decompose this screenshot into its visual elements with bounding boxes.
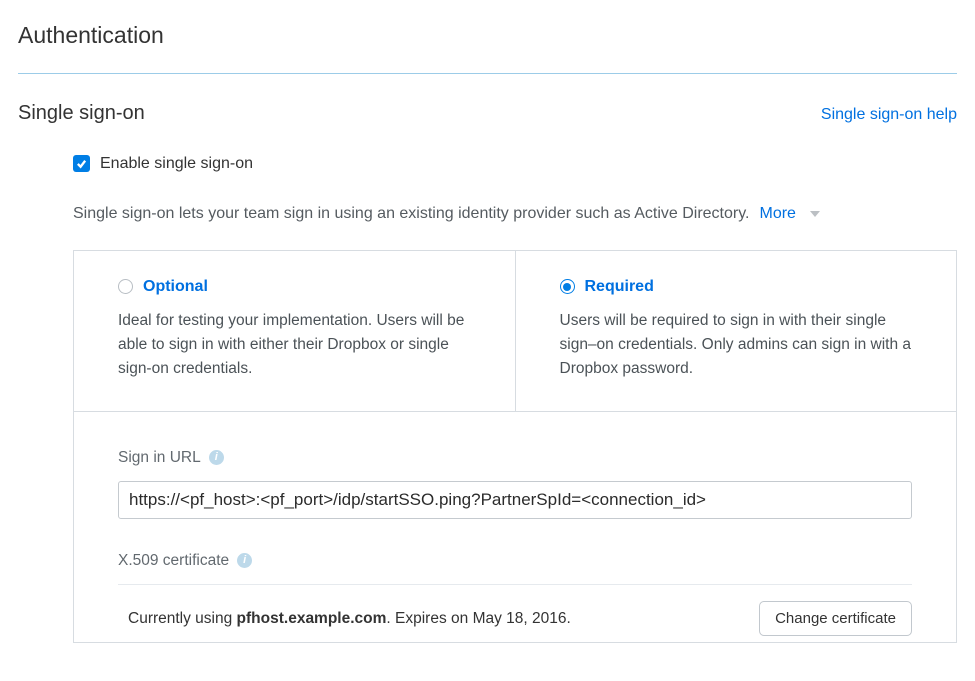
option-card-required[interactable]: Required Users will be required to sign … <box>516 251 957 411</box>
radio-required[interactable] <box>560 279 575 294</box>
sso-help-link[interactable]: Single sign-on help <box>821 103 957 127</box>
radio-optional[interactable] <box>118 279 133 294</box>
change-certificate-button[interactable]: Change certificate <box>759 601 912 636</box>
sso-description: Single sign-on lets your team sign in us… <box>73 202 749 226</box>
signin-url-label: Sign in URL <box>118 446 201 469</box>
option-title-optional: Optional <box>143 275 208 299</box>
cert-status-text: Currently using pfhost.example.com. Expi… <box>128 607 571 630</box>
info-icon[interactable]: i <box>237 553 252 568</box>
page-title: Authentication <box>18 18 957 73</box>
option-title-required: Required <box>585 275 654 299</box>
info-icon[interactable]: i <box>209 450 224 465</box>
section-divider <box>18 73 957 74</box>
chevron-down-icon[interactable] <box>810 211 820 217</box>
cert-divider <box>118 584 912 585</box>
option-desc-optional: Ideal for testing your implementation. U… <box>118 309 479 381</box>
check-icon <box>76 158 87 169</box>
more-link[interactable]: More <box>759 202 795 226</box>
sso-options-panel: Optional Ideal for testing your implemen… <box>73 250 957 644</box>
signin-url-input[interactable] <box>118 481 912 519</box>
option-desc-required: Users will be required to sign in with t… <box>560 309 921 381</box>
enable-sso-checkbox[interactable] <box>73 155 90 172</box>
enable-sso-label: Enable single sign-on <box>100 152 253 176</box>
section-title: Single sign-on <box>18 98 145 128</box>
cert-label: X.509 certificate <box>118 549 229 572</box>
option-card-optional[interactable]: Optional Ideal for testing your implemen… <box>74 251 516 411</box>
